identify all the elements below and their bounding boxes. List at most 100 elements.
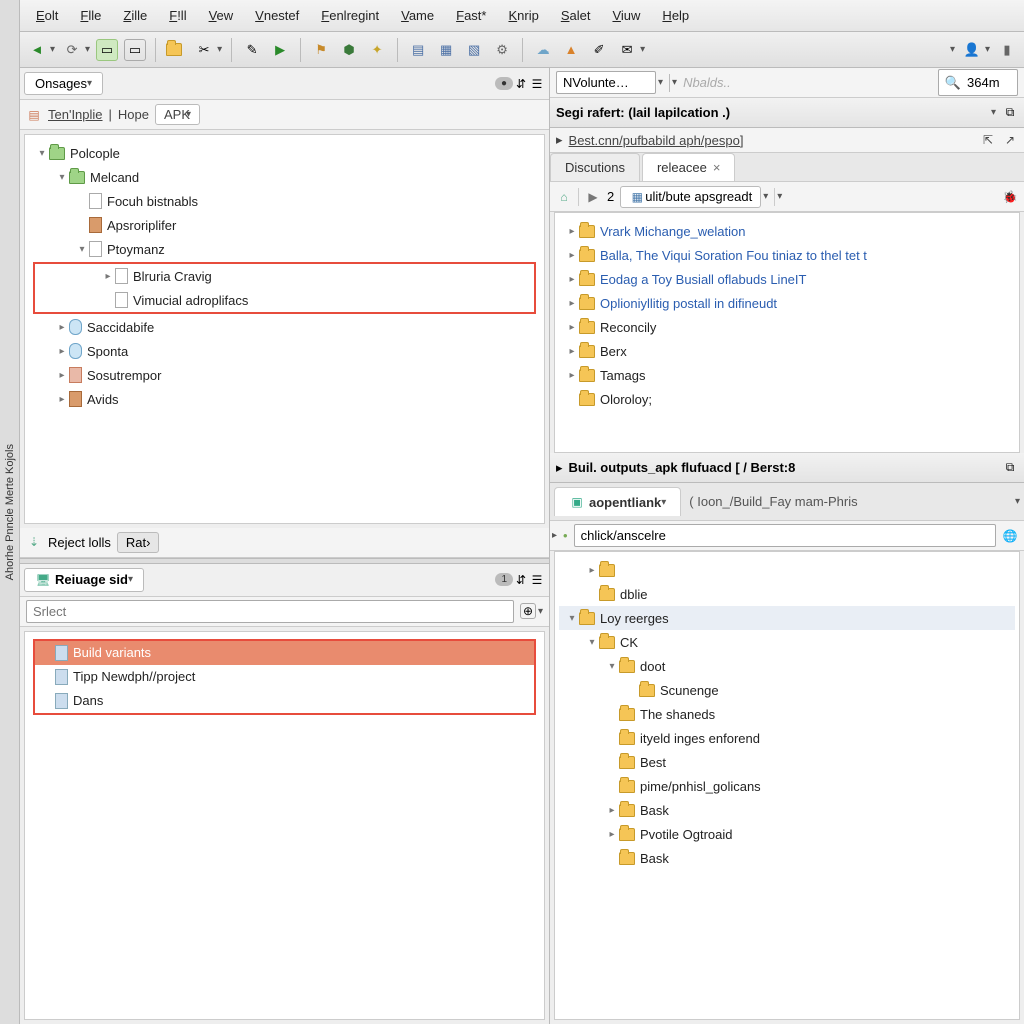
tree-item[interactable]: Apsroriplifer [29, 213, 540, 237]
tree-item[interactable]: ityeld inges enforend [559, 726, 1015, 750]
menu-flle[interactable]: Flle [70, 4, 111, 27]
menu-vame[interactable]: Vame [391, 4, 444, 27]
right-path[interactable]: ▸Best.cnn/pufbabild aph/pespo] ⇱ ↗ [550, 128, 1024, 153]
exit-icon[interactable]: ↗ [1002, 132, 1018, 148]
project-tree[interactable]: ▾Polcople▾MelcandFocuh bistnablsApsrorip… [24, 134, 545, 524]
aopentliank-tab[interactable]: ▣ aopentliank▾ [554, 487, 681, 516]
menu-salet[interactable]: Salet [551, 4, 601, 27]
tool1-icon[interactable]: ▤ [407, 39, 429, 61]
app3-icon[interactable]: ✦ [366, 39, 388, 61]
tool3-icon[interactable]: ▧ [463, 39, 485, 61]
rat-button[interactable]: Rat › [117, 532, 160, 553]
reload-icon[interactable]: ⟳ [61, 39, 83, 61]
mail-icon[interactable]: ✉ [616, 39, 638, 61]
tree-item[interactable]: dblie [559, 582, 1015, 606]
tree-item[interactable]: ▸Vrark Michange_welation [559, 219, 1015, 243]
wand-icon[interactable]: ✎ [241, 39, 263, 61]
tree-item[interactable]: Oloroloy; [559, 387, 1015, 411]
globe-icon[interactable]: 🌐 [1002, 528, 1018, 544]
tree-item[interactable]: Bask [559, 846, 1015, 870]
tree-item[interactable]: ▸Sponta [29, 339, 540, 363]
breadcrumb-a[interactable]: Ten'Inplie [48, 107, 103, 122]
nav-combo[interactable]: ▦ ulit/bute apsgreadt [620, 186, 761, 208]
menu-vew[interactable]: Vew [199, 4, 244, 27]
tree-item[interactable]: ▸Avids [29, 387, 540, 411]
mid-input[interactable] [574, 524, 996, 547]
editor-tab[interactable]: Discutions [550, 153, 640, 181]
user-icon[interactable]: 👤 [961, 39, 983, 61]
tree-item[interactable]: ▸Reconcily [559, 315, 1015, 339]
target-icon[interactable]: ⊕ [520, 603, 536, 619]
tree-item[interactable]: ▸Sosutrempor [29, 363, 540, 387]
tool4-icon[interactable]: ⚙ [491, 39, 513, 61]
dock-icon[interactable]: ⧉ [1002, 105, 1018, 121]
menu-knrip[interactable]: Knrip [498, 4, 548, 27]
tree-item[interactable]: Scunenge [559, 678, 1015, 702]
variant-list[interactable]: Build variantsTipp Newdph//projectDans [24, 631, 545, 1021]
tree-item[interactable]: ▸Eodag a Toy Busiall oflabuds LineIT [559, 267, 1015, 291]
tree-item[interactable]: ▸Berx [559, 339, 1015, 363]
tree-item[interactable]: ▸Bask [559, 798, 1015, 822]
close-icon[interactable]: × [713, 160, 721, 175]
cloud-icon[interactable]: ☁ [532, 39, 554, 61]
folder-icon[interactable] [165, 39, 187, 61]
tree-item[interactable]: ▾Polcople [29, 141, 540, 165]
tree-item[interactable]: Best [559, 750, 1015, 774]
tree-item[interactable]: ▸Saccidabife [29, 315, 540, 339]
menu2-icon[interactable]: ☰ [529, 572, 545, 588]
tree-item[interactable]: ▾CK [559, 630, 1015, 654]
tree-item[interactable]: The shaneds [559, 702, 1015, 726]
warn-icon[interactable]: ▲ [560, 39, 582, 61]
tree-item[interactable]: ▸Pvotile Ogtroaid [559, 822, 1015, 846]
app2-icon[interactable]: ⬢ [338, 39, 360, 61]
menu-viuw[interactable]: Viuw [602, 4, 650, 27]
search-input[interactable] [961, 72, 1011, 93]
tree-item[interactable]: ▸Balla, The Viqui Soration Fou tiniaz to… [559, 243, 1015, 267]
menu-eolt[interactable]: Eolt [26, 4, 68, 27]
tool2-icon[interactable]: ▦ [435, 39, 457, 61]
onsages-tab[interactable]: Onsages▾ [24, 72, 103, 95]
tree-item[interactable]: Vimucial adroplifacs [35, 288, 534, 312]
editor-tab[interactable]: releacee× [642, 153, 735, 181]
tree-item[interactable]: ▾Melcand [29, 165, 540, 189]
midtab-dd-icon[interactable]: ▾ [1015, 496, 1020, 507]
apk-dropdown[interactable]: APK▾ [155, 104, 200, 125]
vertical-sidebar[interactable]: Ahorhe Pnncle Merte Kojols [0, 0, 20, 1024]
run-icon[interactable]: ▶ [269, 39, 291, 61]
title-dd-icon[interactable]: ▾ [991, 107, 996, 118]
menu-fast*[interactable]: Fast* [446, 4, 496, 27]
menu-vnestef[interactable]: Vnestef [245, 4, 309, 27]
menu-help[interactable]: Help [652, 4, 699, 27]
bug-icon[interactable]: 🐞 [1002, 189, 1018, 205]
app1-icon[interactable]: ⚑ [310, 39, 332, 61]
menu-fenlregint[interactable]: Fenlregint [311, 4, 389, 27]
menu-icon[interactable]: ☰ [529, 76, 545, 92]
reuage-tab[interactable]: 🖥 Reiuage sid▾ [24, 568, 144, 592]
tree-item[interactable]: Build variants [35, 641, 534, 665]
menu-zille[interactable]: Zille [113, 4, 157, 27]
filter-icon[interactable]: ⇵ [513, 76, 529, 92]
edit-icon[interactable]: ✐ [588, 39, 610, 61]
volunte-combo[interactable] [556, 71, 656, 94]
tree-item[interactable]: Focuh bistnabls [29, 189, 540, 213]
cut-icon[interactable]: ✂ [193, 39, 215, 61]
tree-item[interactable]: ▸Tamags [559, 363, 1015, 387]
card-icon[interactable]: ▭ [96, 39, 118, 61]
select-input[interactable] [26, 600, 514, 623]
back-icon[interactable]: ◄ [26, 39, 48, 61]
right-tree-1[interactable]: ▸Vrark Michange_welation▸Balla, The Viqu… [554, 212, 1020, 453]
tree-item[interactable]: ▸ [559, 558, 1015, 582]
tree-item[interactable]: ▾Ptoymanz [29, 237, 540, 261]
tree-item[interactable]: ▾doot [559, 654, 1015, 678]
tree-item[interactable]: Dans [35, 689, 534, 713]
breadcrumb-b[interactable]: Hope [118, 107, 149, 122]
play-icon[interactable]: ▶ [585, 189, 601, 205]
menu-f!ll[interactable]: F!ll [159, 4, 196, 27]
tree-item[interactable]: ▾Loy reerges [559, 606, 1015, 630]
tree-item[interactable]: ▸Oplioniyllitig postall in difineudt [559, 291, 1015, 315]
filter2-icon[interactable]: ⇵ [513, 572, 529, 588]
tree-item[interactable]: ▸Blruria Cravig [35, 264, 534, 288]
tree-item[interactable]: pime/pnhisl_golicans [559, 774, 1015, 798]
home-icon[interactable]: ⌂ [556, 189, 572, 205]
stack-icon[interactable]: ▮ [996, 39, 1018, 61]
